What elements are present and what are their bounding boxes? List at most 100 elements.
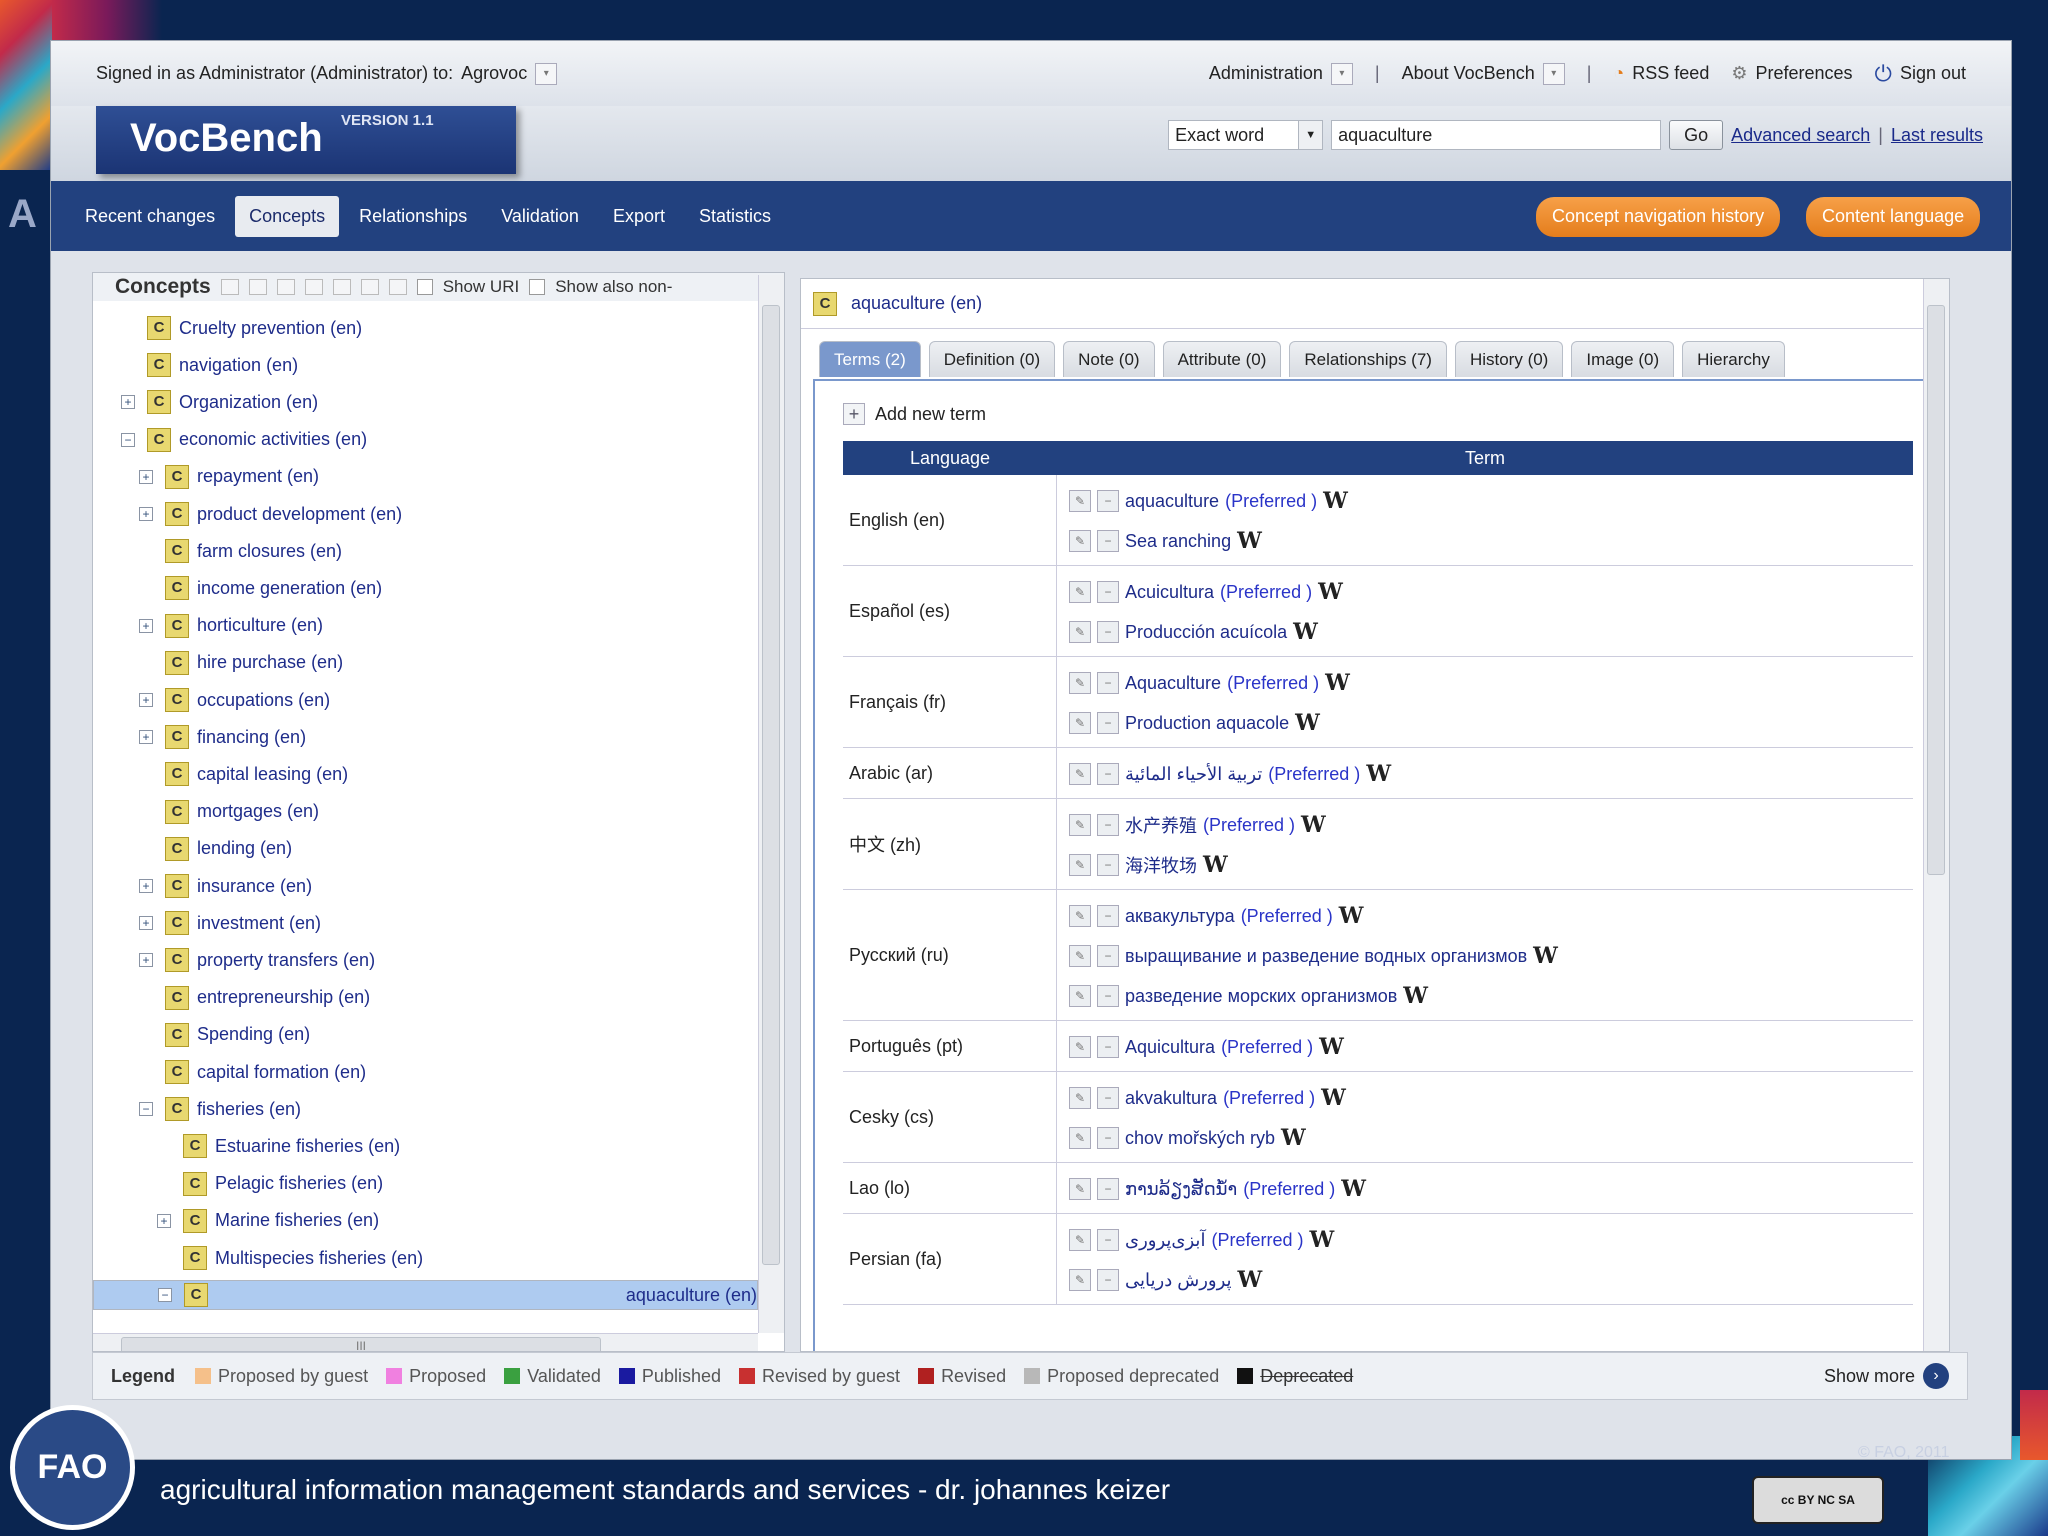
tree-item[interactable]: + C Organization (en) (93, 387, 758, 417)
detail-vertical-scrollbar[interactable] (1923, 279, 1949, 1351)
tree-vertical-scrollbar[interactable] (758, 275, 784, 1333)
term-label[interactable]: Production aquacole (1125, 713, 1289, 734)
tree-item[interactable]: − Cfisheries (en) (93, 1094, 758, 1124)
expand-icon[interactable]: + (139, 916, 153, 931)
collapse-icon[interactable]: − (139, 1102, 153, 1117)
tree-item[interactable]: Cincome generation (en) (93, 573, 758, 603)
tab-hierarchy[interactable]: Hierarchy (1682, 341, 1785, 377)
tree-item[interactable]: + C Marine fisheries (en) (93, 1206, 758, 1236)
wikipedia-icon[interactable]: W (1325, 670, 1350, 696)
about-menu[interactable]: About VocBench ▾ (1402, 62, 1565, 85)
expand-icon[interactable]: + (121, 395, 135, 410)
add-term-button[interactable]: + Add new term (843, 403, 986, 425)
concept-history-button[interactable]: Concept navigation history (1536, 197, 1781, 237)
signout-link[interactable]: ⏻ Sign out (1875, 61, 1966, 87)
wikipedia-icon[interactable]: W (1403, 983, 1428, 1009)
wikipedia-icon[interactable]: W (1295, 710, 1320, 736)
search-mode-select[interactable]: Exact word ▼ (1168, 120, 1324, 150)
tree-item[interactable]: C Cruelty prevention (en) (93, 313, 758, 343)
content-language-button[interactable]: Content language (1806, 197, 1981, 237)
remove-icon[interactable]: − (1097, 672, 1119, 694)
tree-item[interactable]: Ccapital leasing (en) (93, 759, 758, 789)
expand-icon[interactable]: + (139, 879, 153, 893)
remove-icon[interactable]: − (1097, 1229, 1119, 1251)
tree-item[interactable]: − Caquaculture (en) (93, 1280, 758, 1311)
wikipedia-icon[interactable]: W (1301, 812, 1326, 838)
term-label[interactable]: akvakultura (1125, 1088, 1217, 1109)
edit-icon[interactable]: ✎ (1069, 621, 1091, 643)
add-icon[interactable] (248, 279, 267, 295)
wikipedia-icon[interactable]: W (1281, 1125, 1306, 1151)
tree-item[interactable]: + Cfinancing (en) (93, 722, 758, 752)
remove-icon[interactable]: − (1097, 1087, 1119, 1109)
tab-image[interactable]: Image (0) (1571, 341, 1675, 377)
remove-icon[interactable]: − (1097, 1178, 1119, 1200)
wikipedia-icon[interactable]: W (1293, 619, 1318, 645)
tree-item[interactable]: + Cproperty transfers (en) (93, 945, 758, 975)
tab-statistics[interactable]: Statistics (685, 196, 785, 237)
tree-horizontal-scrollbar[interactable]: III (93, 1333, 758, 1351)
edit-icon[interactable]: ✎ (1069, 581, 1091, 603)
term-label[interactable]: آبزی‌پروری (1125, 1230, 1205, 1251)
wikipedia-icon[interactable]: W (1318, 579, 1343, 605)
collapse-icon[interactable]: − (158, 1288, 172, 1303)
expand-icon[interactable]: + (157, 1213, 171, 1228)
tree-item[interactable]: C Multispecies fisheries (en) (93, 1243, 758, 1273)
edit-icon[interactable]: ✎ (1069, 1036, 1091, 1058)
term-label[interactable]: Producción acuícola (1125, 622, 1287, 643)
edit-icon[interactable]: ✎ (1069, 672, 1091, 694)
remove-icon[interactable]: − (1097, 581, 1119, 603)
tab-relationships[interactable]: Relationships (345, 196, 481, 237)
tree-item[interactable]: + Coccupations (en) (93, 685, 758, 715)
edit-icon[interactable]: ✎ (1069, 530, 1091, 552)
term-label[interactable]: Aquicultura (1125, 1037, 1215, 1058)
tree-item[interactable]: Cfarm closures (en) (93, 536, 758, 566)
expand-icon[interactable]: + (139, 469, 153, 484)
project-dropdown[interactable]: ▾ (535, 62, 558, 85)
tree-item[interactable]: − Ceconomic activities (en) (93, 425, 758, 455)
tree-item[interactable]: Clending (en) (93, 834, 758, 864)
wikipedia-icon[interactable]: W (1323, 488, 1348, 514)
edit-icon[interactable]: ✎ (1069, 1269, 1091, 1291)
edit-icon[interactable]: ✎ (1069, 854, 1091, 876)
edit-icon[interactable]: ✎ (1069, 1087, 1091, 1109)
tree-item[interactable]: C Spending (en) (93, 1020, 758, 1050)
term-label[interactable]: Acuicultura (1125, 582, 1214, 603)
tab-concepts[interactable]: Concepts (235, 195, 340, 237)
edit-icon[interactable]: ✎ (1069, 1178, 1091, 1200)
go-button[interactable]: Go (1669, 120, 1724, 150)
term-label[interactable]: Aquaculture (1125, 673, 1221, 694)
tree-item[interactable]: Ccapital formation (en) (93, 1057, 758, 1087)
tab-terms[interactable]: Terms (2) (819, 341, 921, 377)
tree-item[interactable]: C Pelagic fisheries (en) (93, 1169, 758, 1199)
term-label[interactable]: 海洋牧场 (1125, 852, 1197, 878)
expand-icon[interactable]: + (139, 618, 153, 633)
show-uri-checkbox[interactable] (416, 279, 433, 295)
wikipedia-icon[interactable]: W (1309, 1227, 1334, 1253)
wikipedia-icon[interactable]: W (1203, 852, 1228, 878)
term-label[interactable]: аквакультура (1125, 906, 1235, 927)
move-icon[interactable] (360, 279, 379, 295)
rss-link[interactable]: ◔ RSS feed (1613, 63, 1709, 84)
remove-icon[interactable]: − (1097, 985, 1119, 1007)
tree-item[interactable]: + Cinvestment (en) (93, 908, 758, 938)
remove-icon[interactable]: − (1097, 814, 1119, 836)
administration-menu[interactable]: Administration ▾ (1209, 62, 1353, 85)
wikipedia-icon[interactable]: W (1237, 528, 1262, 554)
show-also-checkbox[interactable] (529, 279, 546, 295)
remove-icon[interactable]: − (1097, 621, 1119, 643)
term-label[interactable]: chov mořských ryb (1125, 1128, 1275, 1149)
expand-icon[interactable] (304, 279, 323, 295)
edit-icon[interactable]: ✎ (1069, 905, 1091, 927)
tree-item[interactable]: Cmortgages (en) (93, 797, 758, 827)
wikipedia-icon[interactable]: W (1341, 1176, 1366, 1202)
edit-icon[interactable]: ✎ (1069, 763, 1091, 785)
preferences-link[interactable]: ⚙ Preferences (1731, 63, 1852, 84)
wikipedia-icon[interactable]: W (1319, 1034, 1344, 1060)
tab-attribute[interactable]: Attribute (0) (1162, 341, 1282, 377)
collapse-icon[interactable] (332, 279, 351, 295)
expand-icon[interactable]: + (139, 507, 153, 521)
wikipedia-icon[interactable]: W (1238, 1267, 1263, 1293)
tab-relationships[interactable]: Relationships (7) (1289, 341, 1447, 377)
tree-item[interactable]: Cnavigation (en) (93, 350, 758, 380)
